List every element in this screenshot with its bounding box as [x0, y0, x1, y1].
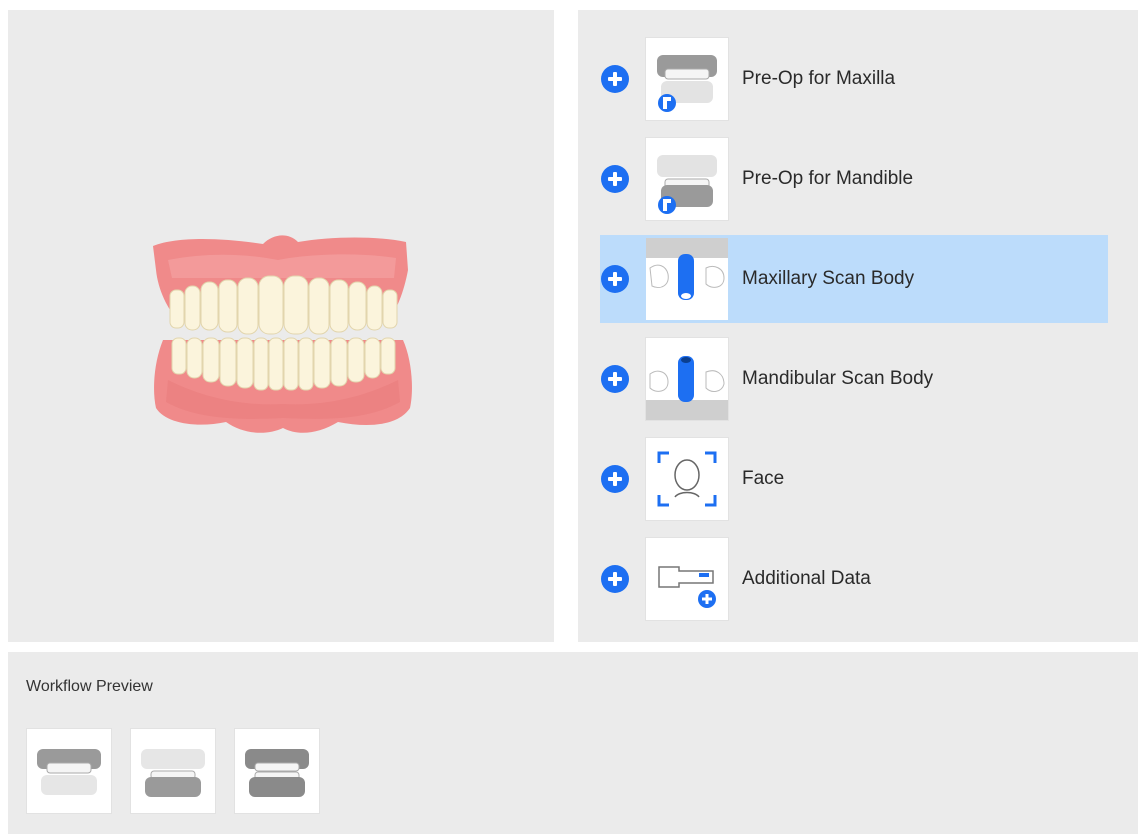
scan-item-additional-data[interactable]: Additional Data: [600, 535, 1108, 623]
maxillary-scan-body-icon: [645, 237, 729, 321]
additional-data-icon: [645, 537, 729, 621]
scan-item-pre-op-maxilla[interactable]: Pre-Op for Maxilla: [600, 35, 1108, 123]
face-scan-icon: [645, 437, 729, 521]
scan-item-face[interactable]: Face: [600, 435, 1108, 523]
workflow-thumbnails: [26, 728, 320, 814]
mandibular-scan-body-icon: [645, 337, 729, 421]
mandible-step-icon[interactable]: [130, 728, 216, 814]
pre-op-mandible-icon: [645, 137, 729, 221]
workflow-preview-title: Workflow Preview: [26, 678, 153, 695]
model-preview-panel: [8, 10, 554, 642]
add-icon[interactable]: [600, 164, 630, 194]
scan-item-label: Mandibular Scan Body: [742, 368, 934, 389]
maxilla-step-icon[interactable]: [26, 728, 112, 814]
add-icon[interactable]: [600, 64, 630, 94]
scan-item-list: Pre-Op for Maxilla Pre-Op for Mandible M…: [600, 35, 1108, 635]
scan-item-maxillary-scan-body[interactable]: Maxillary Scan Body: [600, 235, 1108, 323]
workflow-preview-panel: Workflow Preview: [8, 652, 1138, 834]
scan-data-panel: Pre-Op for Maxilla Pre-Op for Mandible M…: [578, 10, 1138, 642]
add-icon[interactable]: [600, 364, 630, 394]
add-icon[interactable]: [600, 564, 630, 594]
scan-item-label: Additional Data: [742, 568, 871, 589]
add-icon[interactable]: [600, 264, 630, 294]
pre-op-maxilla-icon: [645, 37, 729, 121]
occlusion-step-icon[interactable]: [234, 728, 320, 814]
scan-item-pre-op-mandible[interactable]: Pre-Op for Mandible: [600, 135, 1108, 223]
scan-item-label: Face: [742, 468, 785, 489]
full-denture-model: [153, 235, 412, 433]
scan-item-label: Pre-Op for Maxilla: [742, 68, 896, 89]
scan-item-label: Maxillary Scan Body: [742, 268, 915, 289]
add-icon[interactable]: [600, 464, 630, 494]
scan-item-label: Pre-Op for Mandible: [742, 168, 914, 189]
scan-item-mandibular-scan-body[interactable]: Mandibular Scan Body: [600, 335, 1108, 423]
app-window: Pre-Op for Maxilla Pre-Op for Mandible M…: [0, 0, 1140, 834]
